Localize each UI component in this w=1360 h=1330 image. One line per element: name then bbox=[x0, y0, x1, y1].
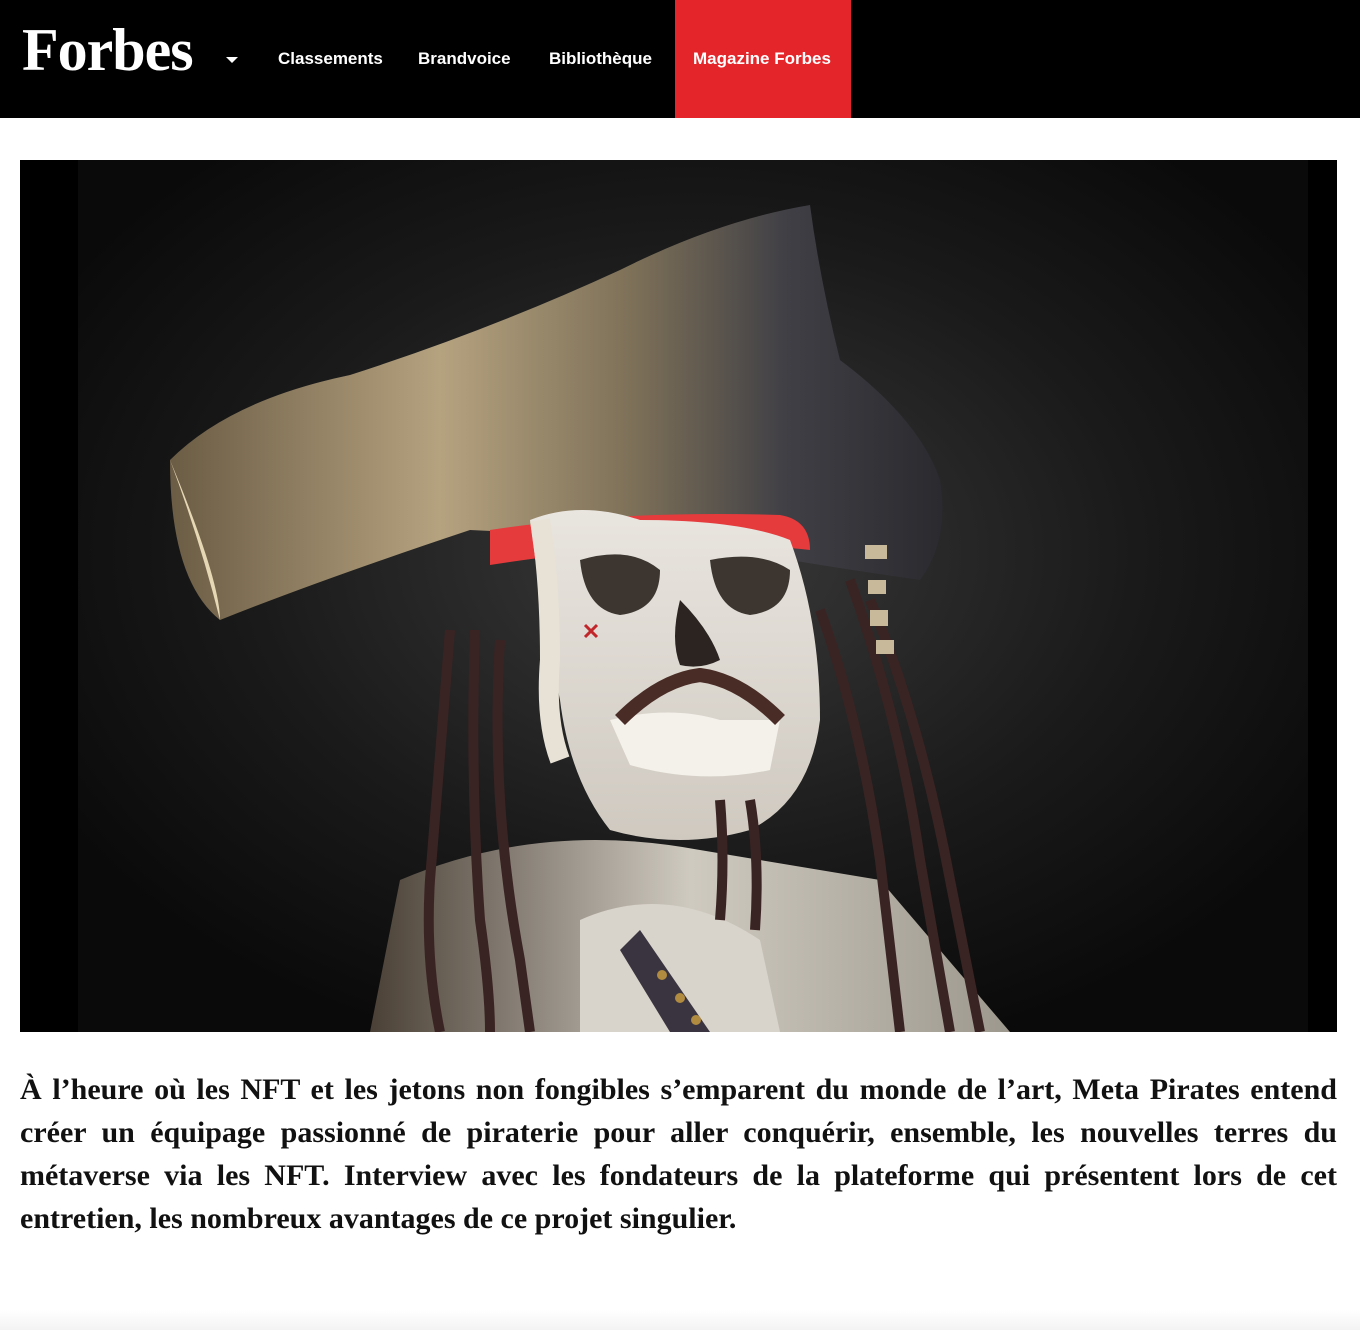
forbes-logo[interactable]: Forbes bbox=[22, 18, 194, 82]
content-fade bbox=[0, 1310, 1360, 1330]
nav-item-magazine-label: Magazine Forbes bbox=[693, 49, 831, 68]
nav-item-bibliotheque[interactable]: Bibliothèque bbox=[549, 0, 652, 118]
article-intro: À l’heure où les NFT et les jetons non f… bbox=[20, 1073, 1337, 1235]
hero-image bbox=[20, 160, 1337, 1032]
top-navigation-bar: Forbes Classements Brandvoice Bibliothèq… bbox=[0, 0, 1360, 118]
nav-item-brandvoice[interactable]: Brandvoice bbox=[418, 0, 511, 118]
nav-item-classements[interactable]: Classements bbox=[278, 0, 383, 118]
nav-item-magazine-forbes[interactable]: Magazine Forbes bbox=[675, 0, 851, 118]
pirate-skeleton-illustration bbox=[20, 160, 1337, 1032]
chevron-down-icon[interactable] bbox=[226, 57, 238, 63]
